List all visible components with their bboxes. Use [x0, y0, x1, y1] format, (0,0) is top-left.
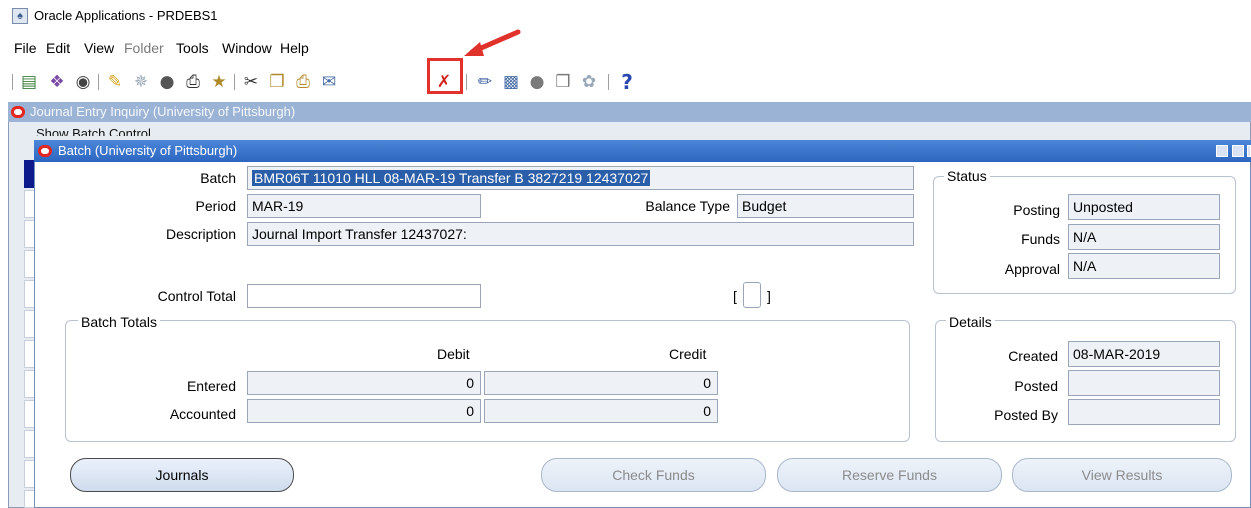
accounted-credit-field[interactable]: 0: [484, 399, 718, 423]
paste-icon[interactable]: ⎙: [292, 71, 314, 93]
batch-field[interactable]: BMR06T 11010 HLL 08-MAR-19 Transfer B 38…: [247, 166, 914, 190]
posting-label: Posting: [1013, 202, 1060, 218]
control-total-field[interactable]: [247, 284, 481, 308]
menu-view[interactable]: View: [84, 40, 114, 56]
balance-type-label: Balance Type: [645, 198, 730, 214]
posting-field[interactable]: Unposted: [1068, 194, 1220, 220]
show-navigator-icon[interactable]: ◉: [72, 71, 94, 93]
attachments-icon[interactable]: ❒: [552, 71, 574, 93]
clear-record-icon[interactable]: ✉: [318, 71, 340, 93]
period-field[interactable]: MAR-19: [247, 194, 481, 218]
print-icon[interactable]: ⎙: [182, 71, 204, 93]
java-app-icon: ♠: [12, 8, 28, 24]
accounted-label: Accounted: [169, 406, 236, 422]
balance-type-field[interactable]: Budget: [737, 194, 914, 218]
period-label: Period: [195, 198, 236, 214]
translations-icon[interactable]: ●: [526, 71, 548, 93]
folder-tools-icon[interactable]: ✿: [578, 71, 600, 93]
maximize-icon[interactable]: [1232, 145, 1244, 157]
menu-tools[interactable]: Tools: [176, 40, 209, 56]
close-icon[interactable]: [1247, 145, 1251, 157]
annotation-arrow-icon: [464, 29, 521, 56]
find-icon[interactable]: ❖: [46, 71, 68, 93]
cut-icon[interactable]: ✂: [240, 71, 262, 93]
entered-debit-field[interactable]: 0: [247, 371, 481, 395]
posted-by-field[interactable]: [1068, 399, 1220, 425]
copy-icon[interactable]: ❐: [266, 71, 288, 93]
dff-close-bracket: ]: [767, 288, 771, 304]
menu-folder[interactable]: Folder: [124, 40, 164, 56]
control-total-label: Control Total: [157, 288, 236, 304]
status-title: Status: [944, 168, 990, 184]
funds-field[interactable]: N/A: [1068, 224, 1220, 250]
menu-bar: File Edit View Folder Tools Window Help: [0, 40, 1251, 62]
description-label: Description: [165, 226, 236, 242]
description-field[interactable]: Journal Import Transfer 12437027:: [247, 222, 914, 246]
batch-window-titlebar: Batch (University of Pittsburgh): [34, 140, 1251, 162]
next-step-icon[interactable]: ✵: [130, 71, 152, 93]
approval-field[interactable]: N/A: [1068, 253, 1220, 279]
new-record-icon[interactable]: ▤: [18, 71, 40, 93]
menu-help[interactable]: Help: [280, 40, 309, 56]
entered-label: Entered: [186, 378, 236, 394]
batch-label: Batch: [200, 170, 236, 186]
reserve-funds-button[interactable]: Reserve Funds: [777, 458, 1002, 492]
bg-window-title: Journal Entry Inquiry (University of Pit…: [30, 104, 296, 119]
batch-value: BMR06T 11010 HLL 08-MAR-19 Transfer B 38…: [252, 170, 651, 186]
oracle-icon: [11, 106, 25, 118]
dff-open-bracket: [: [733, 288, 737, 304]
entered-credit-field[interactable]: 0: [484, 371, 718, 395]
journals-button[interactable]: Journals: [70, 458, 294, 492]
title-bar: ♠ Oracle Applications - PRDEBS1: [0, 0, 1251, 32]
window-title: Oracle Applications - PRDEBS1: [34, 8, 218, 23]
oracle-icon: [38, 145, 52, 157]
bg-window-titlebar: Journal Entry Inquiry (University of Pit…: [8, 102, 1251, 122]
accounted-debit-field[interactable]: 0: [247, 399, 481, 423]
credit-header: Credit: [669, 346, 707, 362]
minimize-icon[interactable]: [1216, 145, 1228, 157]
batch-totals-title: Batch Totals: [78, 314, 161, 330]
menu-window[interactable]: Window: [222, 40, 272, 56]
created-field[interactable]: 08-MAR-2019: [1068, 341, 1220, 367]
approval-label: Approval: [1004, 261, 1060, 277]
view-results-button[interactable]: View Results: [1012, 458, 1232, 492]
check-funds-button[interactable]: Check Funds: [541, 458, 766, 492]
edit-field-icon[interactable]: ✏: [474, 71, 496, 93]
posted-by-label: Posted By: [994, 407, 1058, 423]
details-title: Details: [946, 314, 995, 330]
descriptive-flexfield[interactable]: [743, 282, 761, 308]
help-icon[interactable]: ?: [616, 71, 638, 93]
save-icon[interactable]: ✎: [104, 71, 126, 93]
funds-label: Funds: [1021, 231, 1060, 247]
highlight-box: [427, 58, 463, 94]
debit-header: Debit: [437, 346, 470, 362]
posted-label: Posted: [1014, 378, 1058, 394]
menu-edit[interactable]: Edit: [46, 40, 70, 56]
menu-file[interactable]: File: [14, 40, 37, 56]
toolbar: ▤ ❖ ◉ ✎ ✵ ● ⎙ ★ ✂ ❐ ⎙ ✉ ✗ ✏ ▩ ● ❒ ✿ ?: [0, 66, 1251, 96]
zoom-icon[interactable]: ▩: [500, 71, 522, 93]
close-form-icon[interactable]: ★: [208, 71, 230, 93]
batch-window-title: Batch (University of Pittsburgh): [58, 143, 238, 158]
show-batch-control[interactable]: Show Batch Control: [36, 126, 151, 136]
posted-field[interactable]: [1068, 370, 1220, 396]
switch-responsibility-icon[interactable]: ●: [156, 71, 178, 93]
created-label: Created: [1008, 348, 1058, 364]
